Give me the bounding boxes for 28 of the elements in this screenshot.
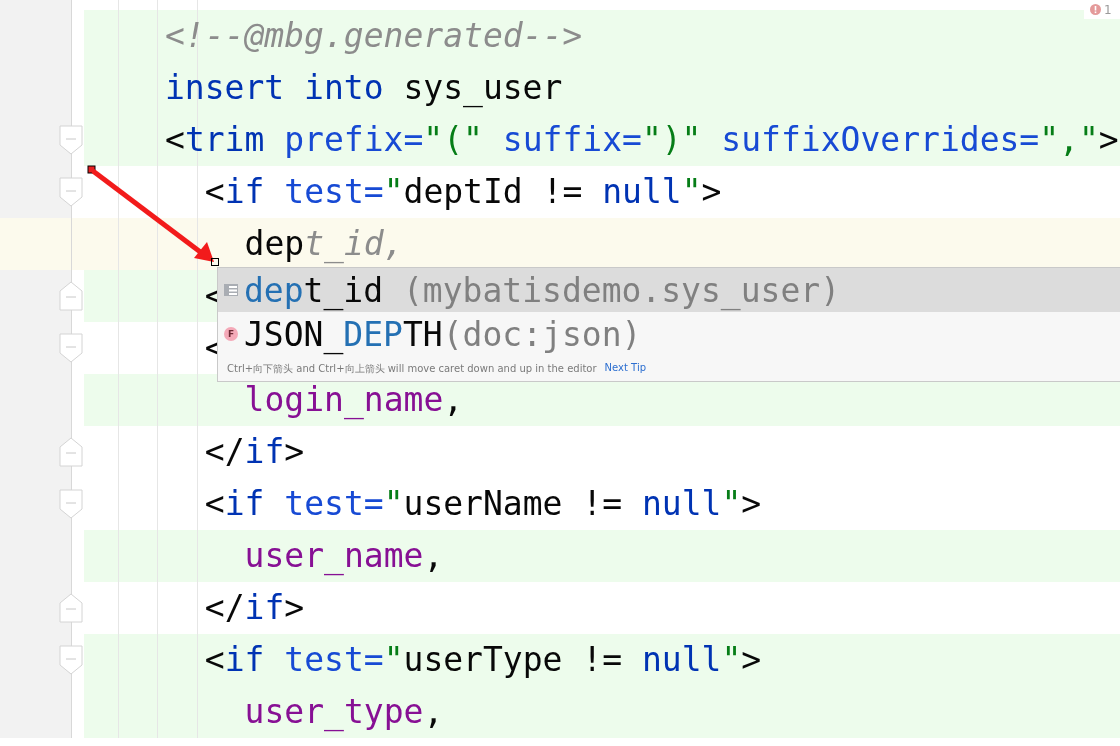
code-line: user_name,: [244, 535, 444, 578]
table-icon: [224, 283, 238, 297]
completion-item[interactable]: F JSON_DEPTH(doc:json): [218, 312, 1120, 356]
fold-icon[interactable]: [59, 177, 83, 207]
fold-icon[interactable]: [59, 333, 83, 363]
fold-icon[interactable]: [59, 645, 83, 675]
fold-icon[interactable]: [59, 125, 83, 155]
code-line: <if test="userName != null">: [204, 483, 762, 525]
function-badge: F: [224, 327, 238, 341]
code-line: login_name,: [244, 379, 464, 422]
tip-text: Ctrl+向下箭头 and Ctrl+向上箭头 will move caret down and up in the editor: [227, 362, 597, 376]
code-line: </if>: [204, 587, 305, 629]
fold-icon[interactable]: [59, 281, 83, 311]
code-line: <if test="userType != null">: [204, 639, 762, 681]
code-line: <trim prefix="(" suffix=")" suffixOverrides=",">: [165, 119, 1119, 161]
code-line: <if test="deptId != null">: [204, 171, 722, 213]
error-icon[interactable]: [1090, 4, 1101, 15]
problem-count: 1: [1104, 2, 1112, 17]
fold-icon[interactable]: [59, 489, 83, 519]
code-line: dept_id,: [244, 223, 404, 266]
code-line: insert into sys_user: [165, 67, 563, 110]
next-tip-link[interactable]: Next Tip: [604, 362, 646, 376]
code-line: user_type,: [244, 691, 444, 734]
completion-item[interactable]: dept_id (mybatisdemo.sys_user): [218, 268, 1120, 312]
fold-icon[interactable]: [59, 593, 83, 623]
fold-icon[interactable]: [59, 437, 83, 467]
code-line: </if>: [204, 431, 305, 473]
code-line: <!--@mbg.generated-->: [165, 15, 583, 57]
